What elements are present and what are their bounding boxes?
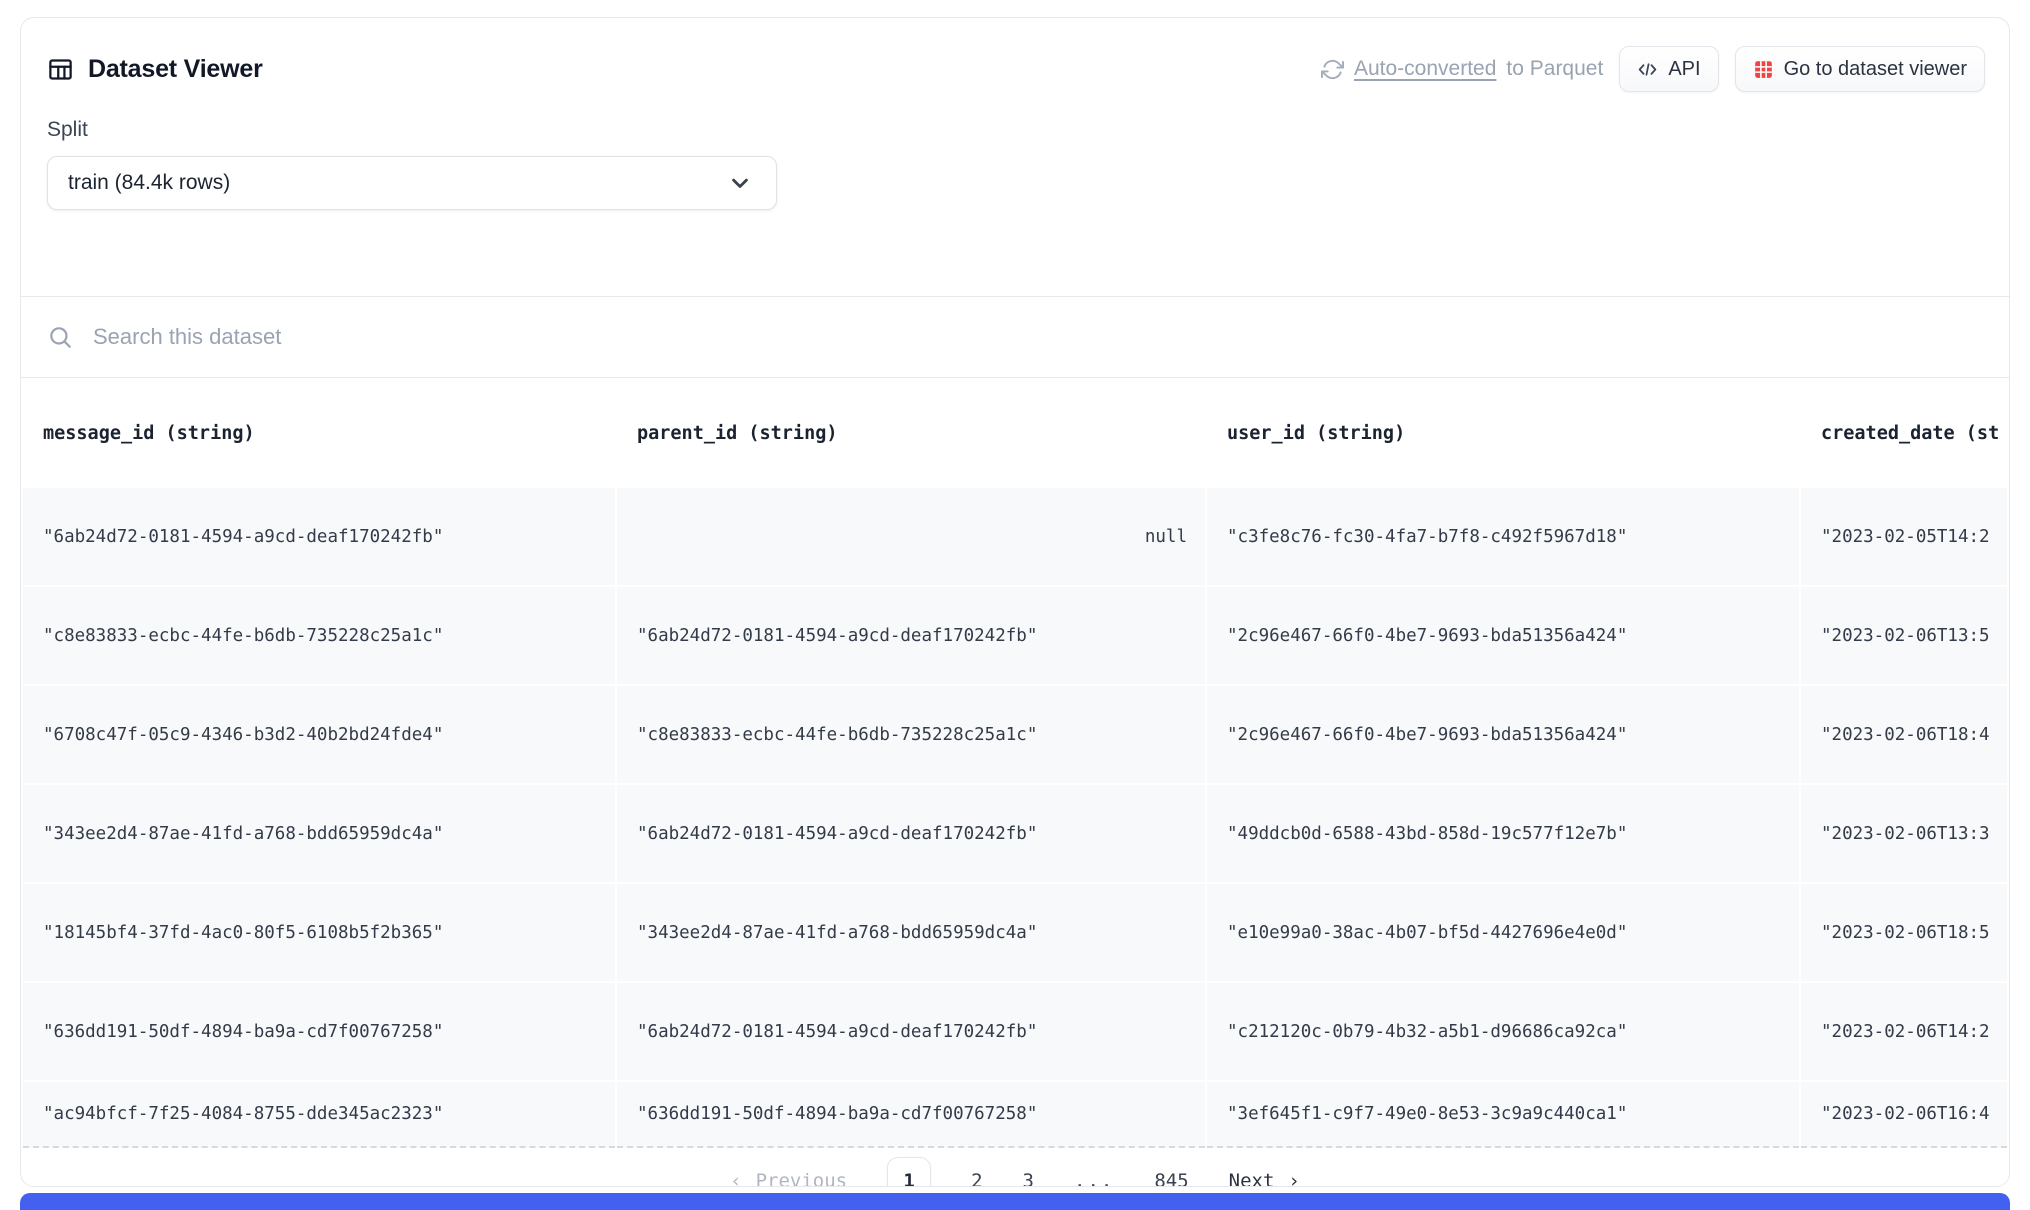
- split-section: Split train (84.4k rows): [21, 92, 2009, 210]
- cell-parent-id-null: null: [617, 488, 1205, 585]
- table-row: "6708c47f-05c9-4346-b3d2-40b2bd24fde4" "…: [23, 686, 2007, 783]
- cell-created-date: "2023-02-05T14:2: [1801, 488, 2007, 585]
- auto-converted-parquet[interactable]: Auto-converted to Parquet: [1321, 57, 1603, 81]
- page-button-2[interactable]: 2: [971, 1170, 982, 1187]
- cell-created-date: "2023-02-06T13:3: [1801, 785, 2007, 882]
- table-header-row: message_id (string) parent_id (string) u…: [23, 380, 2007, 486]
- cell-message-id: "6ab24d72-0181-4594-a9cd-deaf170242fb": [23, 488, 615, 585]
- dataset-table: message_id (string) parent_id (string) u…: [21, 378, 2009, 1150]
- next-label: Next: [1229, 1170, 1275, 1187]
- cell-message-id: "343ee2d4-87ae-41fd-a768-bdd65959dc4a": [23, 785, 615, 882]
- column-header-created-date: created_date (st: [1801, 380, 2007, 486]
- cell-created-date: "2023-02-06T18:4: [1801, 686, 2007, 783]
- page-ellipsis: ...: [1074, 1170, 1114, 1187]
- cell-message-id: "636dd191-50df-4894-ba9a-cd7f00767258": [23, 983, 615, 1080]
- cell-message-id: "18145bf4-37fd-4ac0-80f5-6108b5f2b365": [23, 884, 615, 981]
- api-button[interactable]: API: [1619, 46, 1718, 92]
- column-header-user-id: user_id (string): [1207, 380, 1799, 486]
- cell-message-id: "ac94bfcf-7f25-4084-8755-dde345ac2323": [23, 1082, 615, 1148]
- goto-button-label: Go to dataset viewer: [1784, 58, 1967, 81]
- split-select[interactable]: train (84.4k rows): [47, 156, 777, 210]
- cell-message-id: "6708c47f-05c9-4346-b3d2-40b2bd24fde4": [23, 686, 615, 783]
- search-bar: [21, 296, 2009, 378]
- search-icon: [47, 324, 73, 350]
- bottom-blue-bar: [20, 1193, 2010, 1210]
- page-button-3[interactable]: 3: [1023, 1170, 1034, 1187]
- cell-parent-id: "c8e83833-ecbc-44fe-b6db-735228c25a1c": [617, 686, 1205, 783]
- cell-user-id: "c3fe8c76-fc30-4fa7-b7f8-c492f5967d18": [1207, 488, 1799, 585]
- red-grid-icon: [1753, 59, 1774, 80]
- table-row: "18145bf4-37fd-4ac0-80f5-6108b5f2b365" "…: [23, 884, 2007, 981]
- page-title: Dataset Viewer: [88, 55, 263, 84]
- goto-dataset-viewer-button[interactable]: Go to dataset viewer: [1735, 46, 1985, 92]
- cell-message-id: "c8e83833-ecbc-44fe-b6db-735228c25a1c": [23, 587, 615, 684]
- dataset-viewer-card: Dataset Viewer Auto-converted to Parquet: [20, 17, 2010, 1187]
- cell-user-id: "e10e99a0-38ac-4b07-bf5d-4427696e4e0d": [1207, 884, 1799, 981]
- cell-created-date: "2023-02-06T14:2: [1801, 983, 2007, 1080]
- header-actions: Auto-converted to Parquet API: [1321, 46, 1985, 92]
- split-select-value: train (84.4k rows): [68, 171, 230, 195]
- cell-parent-id: "6ab24d72-0181-4594-a9cd-deaf170242fb": [617, 785, 1205, 882]
- api-button-label: API: [1668, 58, 1700, 81]
- code-icon: [1637, 59, 1658, 80]
- page-button-845[interactable]: 845: [1154, 1170, 1188, 1187]
- cell-created-date: "2023-02-06T18:5: [1801, 884, 2007, 981]
- table-row: "636dd191-50df-4894-ba9a-cd7f00767258" "…: [23, 983, 2007, 1080]
- table-icon: [47, 56, 74, 83]
- table-row: "6ab24d72-0181-4594-a9cd-deaf170242fb" n…: [23, 488, 2007, 585]
- page-button-1[interactable]: 1: [887, 1157, 931, 1187]
- cell-user-id: "2c96e467-66f0-4be7-9693-bda51356a424": [1207, 587, 1799, 684]
- cell-user-id: "49ddcb0d-6588-43bd-858d-19c577f12e7b": [1207, 785, 1799, 882]
- parquet-rest: to Parquet: [1506, 57, 1603, 81]
- chevron-down-icon: [726, 169, 754, 197]
- refresh-icon: [1321, 58, 1344, 81]
- table-row: "343ee2d4-87ae-41fd-a768-bdd65959dc4a" "…: [23, 785, 2007, 882]
- table-row: "c8e83833-ecbc-44fe-b6db-735228c25a1c" "…: [23, 587, 2007, 684]
- cell-user-id: "2c96e467-66f0-4be7-9693-bda51356a424": [1207, 686, 1799, 783]
- table-row-truncated: "ac94bfcf-7f25-4084-8755-dde345ac2323" "…: [23, 1082, 2007, 1148]
- pagination: ‹ Previous 1 2 3 ... 845 Next ›: [730, 1157, 1300, 1187]
- previous-page-button[interactable]: ‹ Previous: [730, 1170, 847, 1187]
- title-wrap: Dataset Viewer: [47, 55, 263, 84]
- column-header-parent-id: parent_id (string): [617, 380, 1205, 486]
- card-header: Dataset Viewer Auto-converted to Parquet: [21, 18, 2009, 92]
- cell-parent-id: "6ab24d72-0181-4594-a9cd-deaf170242fb": [617, 587, 1205, 684]
- previous-label: Previous: [756, 1170, 848, 1187]
- chevron-left-icon: ‹: [730, 1170, 741, 1187]
- cell-created-date: "2023-02-06T13:5: [1801, 587, 2007, 684]
- next-page-button[interactable]: Next ›: [1229, 1170, 1300, 1187]
- cell-user-id: "c212120c-0b79-4b32-a5b1-d96686ca92ca": [1207, 983, 1799, 1080]
- parquet-link[interactable]: Auto-converted: [1354, 57, 1496, 81]
- search-input[interactable]: [93, 324, 1983, 350]
- cell-parent-id: "343ee2d4-87ae-41fd-a768-bdd65959dc4a": [617, 884, 1205, 981]
- chevron-right-icon: ›: [1288, 1170, 1299, 1187]
- cell-parent-id: "6ab24d72-0181-4594-a9cd-deaf170242fb": [617, 983, 1205, 1080]
- cell-created-date: "2023-02-06T16:4: [1801, 1082, 2007, 1148]
- cell-user-id: "3ef645f1-c9f7-49e0-8e53-3c9a9c440ca1": [1207, 1082, 1799, 1148]
- split-label: Split: [47, 118, 2009, 142]
- cell-parent-id: "636dd191-50df-4894-ba9a-cd7f00767258": [617, 1082, 1205, 1148]
- column-header-message-id: message_id (string): [23, 380, 615, 486]
- table-footer: ‹ Previous 1 2 3 ... 845 Next ›: [21, 1150, 2009, 1187]
